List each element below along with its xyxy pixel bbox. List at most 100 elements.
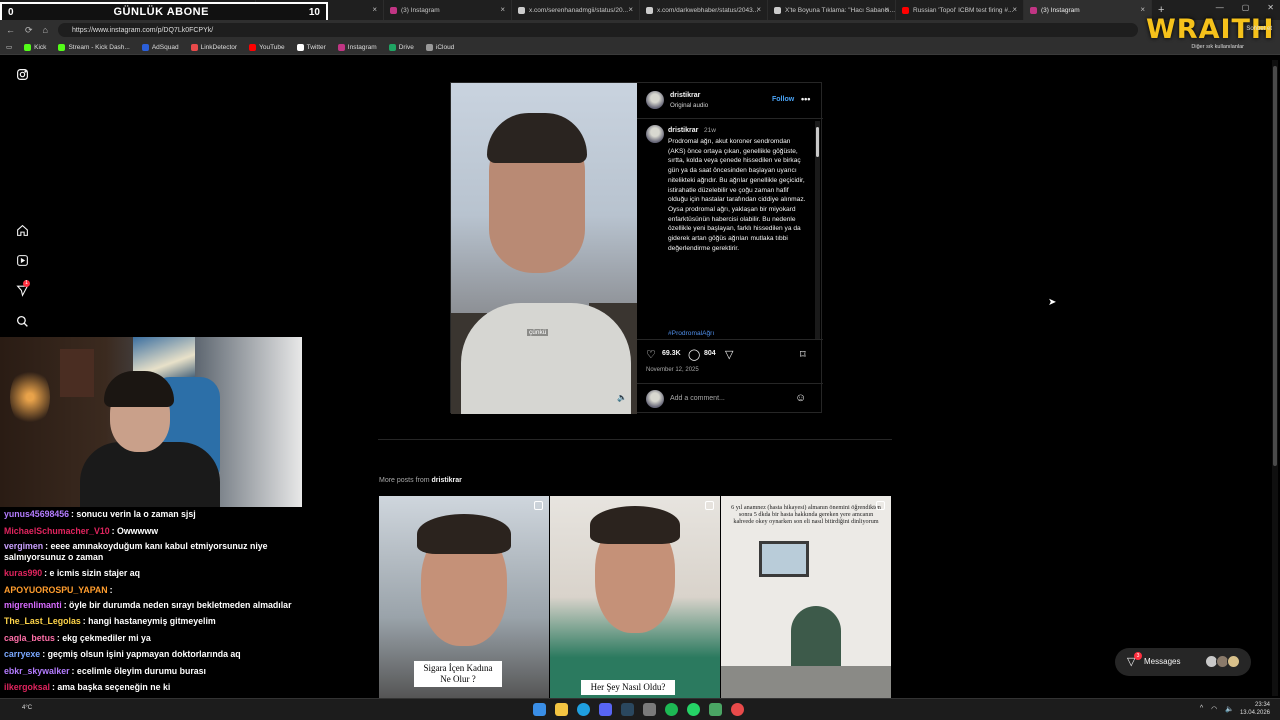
save-icon[interactable]: ⌑	[800, 348, 806, 361]
discord-icon[interactable]	[599, 703, 612, 716]
home-nav-icon[interactable]	[14, 224, 30, 240]
like-count[interactable]: 69.3K	[662, 350, 681, 357]
chat-username[interactable]: yunus45698456	[4, 509, 69, 519]
start-icon[interactable]	[533, 703, 546, 716]
more-post-thumb[interactable]: Sigara İçen Kadına Ne Olur ?	[379, 496, 549, 698]
caption-avatar[interactable]	[646, 125, 664, 143]
tab-close-icon[interactable]: ×	[756, 5, 761, 14]
back-icon[interactable]: ←	[6, 25, 15, 35]
chat-username[interactable]: vergimen	[4, 541, 43, 551]
tab-close-icon[interactable]: ×	[1012, 5, 1017, 14]
chrome-icon[interactable]	[731, 703, 744, 716]
thumb-caption: Her Şey Nasıl Oldu?	[581, 680, 675, 695]
chat-username[interactable]: The_Last_Legolas	[4, 616, 81, 626]
tab-close-icon[interactable]: ×	[884, 5, 889, 14]
share-icon[interactable]: ▽	[725, 348, 733, 361]
reel-video[interactable]: çünkü 🔈	[451, 83, 637, 414]
tab-favicon-icon	[518, 6, 525, 14]
post-header: dristikrar Original audio Follow •••	[637, 83, 823, 119]
bookmark-item[interactable]: AdSquad	[141, 43, 179, 51]
browser-tab[interactable]: x.com/darkwebhaber/status/2043... ×	[640, 0, 768, 20]
chat-username[interactable]: migrenlimanti	[4, 600, 62, 610]
page-scroll-thumb[interactable]	[1273, 66, 1277, 466]
browser-tab[interactable]: Russian 'Topol' ICBM test firing #... ×	[896, 0, 1024, 20]
chat-username[interactable]: carryexe	[4, 649, 40, 659]
more-options-icon[interactable]: •••	[801, 94, 810, 104]
more-post-thumb[interactable]: 6 yıl anamnez (hasta hikayesi) almanın ö…	[721, 496, 891, 698]
tab-close-icon[interactable]: ×	[1140, 5, 1145, 14]
home-icon[interactable]: ⌂	[43, 25, 48, 35]
wifi-icon[interactable]: ◠	[1211, 705, 1217, 713]
mute-icon[interactable]: 🔈	[617, 393, 627, 403]
browser-tab[interactable]: (3) Instagram ×	[384, 0, 512, 20]
bookmark-label: iCloud	[435, 43, 455, 51]
bookmark-favicon-icon	[249, 43, 257, 51]
thumb-caption: Sigara İçen Kadına Ne Olur ?	[414, 661, 502, 687]
app-icon[interactable]	[709, 703, 722, 716]
bookmark-item[interactable]: Twitter	[296, 43, 326, 51]
messages-button[interactable]: ▽ 3 Messages	[1115, 648, 1251, 676]
page-scrollbar[interactable]	[1272, 60, 1278, 696]
steam-icon[interactable]	[621, 703, 634, 716]
video-figure-part	[461, 303, 631, 414]
instagram-logo-icon[interactable]	[14, 68, 30, 84]
more-post-thumb[interactable]: Her Şey Nasıl Oldu?	[550, 496, 720, 698]
browser-tab[interactable]: x.com/serenhanadmgii/status/20... ×	[512, 0, 640, 20]
other-favorites[interactable]: Diğer sık kullanılanlar	[1191, 44, 1244, 50]
bookmark-item[interactable]: YouTube	[249, 43, 285, 51]
like-icon[interactable]: ♡	[646, 348, 656, 361]
bookmark-item[interactable]: Drive	[388, 43, 414, 51]
bookmarks-folder-icon[interactable]: ▭	[6, 43, 12, 51]
bookmark-item[interactable]: iCloud	[425, 43, 455, 51]
chat-username[interactable]: MichaelSchumacher_V10	[4, 526, 110, 536]
maximize-icon[interactable]: ▢	[1242, 3, 1250, 12]
follow-button[interactable]: Follow	[772, 96, 794, 103]
url-field[interactable]: https://www.instagram.com/p/DQ7Lk0FCPYk/	[58, 23, 1138, 37]
caption-scroll-thumb[interactable]	[816, 127, 819, 157]
weather-widget[interactable]: 4°C	[22, 705, 32, 711]
file-explorer-icon[interactable]	[555, 703, 568, 716]
bookmark-item[interactable]: Instagram	[337, 43, 377, 51]
chat-text: : e icmis sizin stajer aq	[44, 568, 140, 578]
send-nav-icon[interactable]: 1	[14, 280, 30, 300]
edge-icon[interactable]	[577, 703, 590, 716]
tab-close-icon[interactable]: ×	[372, 5, 377, 14]
bookmark-item[interactable]: LinkDetector	[190, 43, 237, 51]
author-avatar[interactable]	[646, 91, 664, 109]
audio-label[interactable]: Original audio	[670, 102, 708, 109]
chevron-up-icon[interactable]: ^	[1200, 705, 1203, 713]
comment-icon[interactable]: ◯	[688, 348, 700, 361]
chat-username[interactable]: ebkr_skywalker	[4, 666, 70, 676]
minimize-icon[interactable]: —	[1216, 3, 1224, 12]
tab-close-icon[interactable]: ×	[500, 5, 505, 14]
caption-username[interactable]: dristikrar	[668, 127, 698, 134]
chat-text: : sonucu verin la o zaman sjsj	[71, 509, 196, 519]
browser-tab[interactable]: X'te Boyuna Tıklama: "Hacı Sabancı... ×	[768, 0, 896, 20]
close-window-icon[interactable]: ✕	[1267, 3, 1274, 12]
chat-username[interactable]: cagla_betus	[4, 633, 55, 643]
add-comment-input[interactable]: Add a comment...	[670, 395, 725, 402]
chat-username[interactable]: ilkergoksal	[4, 682, 50, 692]
chat-username[interactable]: APOYUOROSPU_YAPAN	[4, 585, 108, 595]
chat-link[interactable]: Sohbet et	[1246, 26, 1272, 32]
spotify-icon[interactable]	[665, 703, 678, 716]
taskbar-clock[interactable]: 23:34 13.04.2026	[1240, 701, 1270, 717]
chat-text: : eeee amınakoyduğum kanı kabul etmiyors…	[4, 541, 268, 562]
tab-close-icon[interactable]: ×	[628, 5, 633, 14]
reload-icon[interactable]: ⟳	[25, 25, 33, 36]
volume-icon[interactable]: 🔈	[1225, 705, 1234, 713]
webcam-scene-part	[80, 442, 220, 507]
author-username[interactable]: dristikrar	[670, 92, 700, 99]
streamer-webcam	[0, 337, 302, 507]
bookmark-item[interactable]: Kick	[24, 43, 46, 51]
whatsapp-icon[interactable]	[687, 703, 700, 716]
chat-username[interactable]: kuras990	[4, 568, 42, 578]
more-posts-user[interactable]: dristikrar	[432, 477, 462, 484]
settings-icon[interactable]	[643, 703, 656, 716]
bookmark-item[interactable]: Stream - Kick Dash...	[58, 43, 130, 51]
hashtag-link[interactable]: #ProdromalAğrı	[668, 329, 808, 338]
reels-nav-icon[interactable]	[14, 254, 30, 270]
emoji-icon[interactable]: ☺	[795, 392, 806, 404]
browser-tab[interactable]: (3) Instagram ×	[1024, 0, 1152, 20]
search-nav-icon[interactable]	[14, 315, 30, 331]
